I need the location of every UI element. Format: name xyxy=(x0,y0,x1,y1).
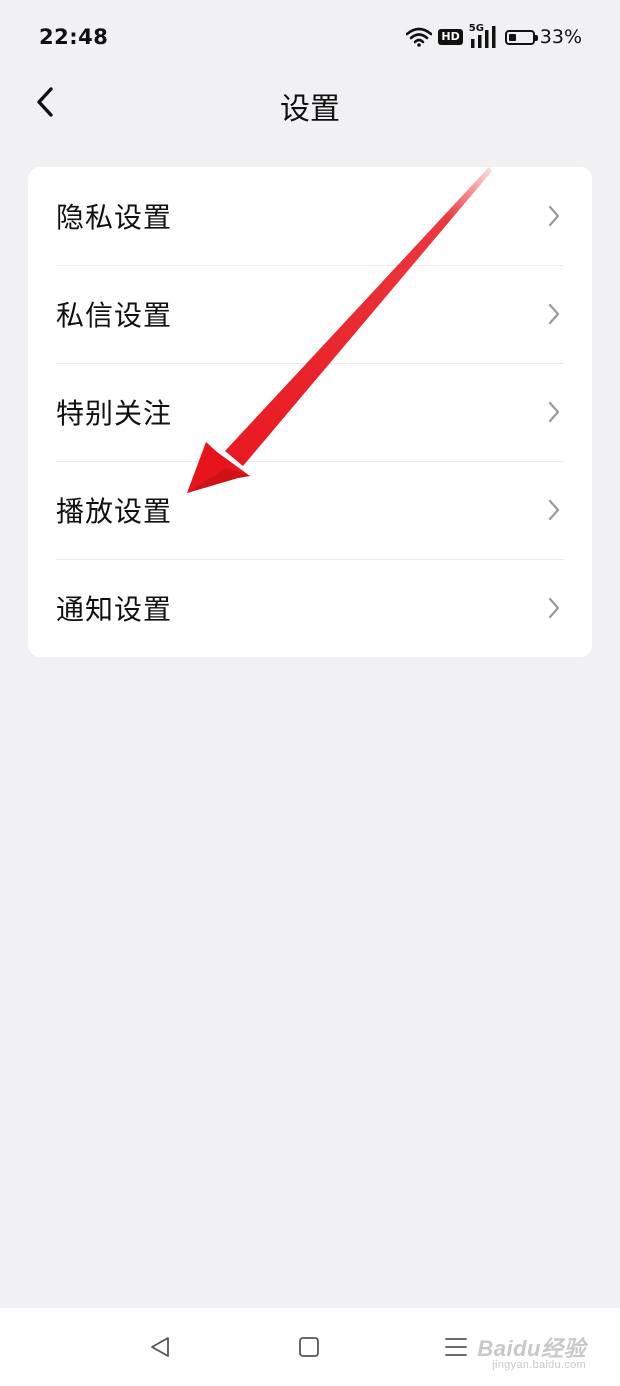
watermark-brand: Baidu经验 xyxy=(477,1336,586,1362)
chevron-right-icon xyxy=(544,400,564,424)
square-home-icon xyxy=(299,1337,319,1357)
status-bar: 22:48 HD 5G 33% xyxy=(0,0,620,76)
battery-icon: 33% xyxy=(504,26,582,48)
chevron-right-icon xyxy=(544,204,564,228)
watermark: Baidu经验 jingyan.baidu.com xyxy=(477,1337,586,1372)
hd-icon: HD xyxy=(438,29,463,45)
signal-icon: 5G xyxy=(468,23,499,49)
battery-percent: 33% xyxy=(539,26,582,48)
status-icons: HD 5G 33% xyxy=(406,23,582,51)
settings-card: 隐私设置 私信设置 特别关注 播放设置 通知设置 xyxy=(28,167,592,657)
triangle-back-icon xyxy=(151,1337,169,1357)
settings-item-notifications[interactable]: 通知设置 xyxy=(28,559,592,657)
watermark-url: jingyan.baidu.com xyxy=(492,1359,586,1372)
nav-home-button[interactable] xyxy=(295,1333,323,1361)
settings-item-playback[interactable]: 播放设置 xyxy=(28,461,592,559)
network-type-label: 5G xyxy=(468,23,484,34)
settings-item-label: 隐私设置 xyxy=(56,201,173,234)
settings-item-special-follow[interactable]: 特别关注 xyxy=(28,363,592,461)
chevron-right-icon xyxy=(544,302,564,326)
menu-lines-icon xyxy=(445,1338,467,1356)
chevron-right-icon xyxy=(544,596,564,620)
header: 设置 xyxy=(0,76,620,128)
nav-back-button[interactable] xyxy=(146,1333,174,1361)
status-time: 22:48 xyxy=(39,25,109,49)
battery-body xyxy=(504,29,538,45)
wifi-icon xyxy=(406,27,433,47)
chevron-right-icon xyxy=(544,498,564,522)
nav-menu-button[interactable] xyxy=(442,1333,470,1361)
settings-item-label: 特别关注 xyxy=(56,397,173,430)
settings-item-privacy[interactable]: 隐私设置 xyxy=(28,167,592,265)
settings-item-label: 通知设置 xyxy=(56,593,173,626)
settings-item-messages[interactable]: 私信设置 xyxy=(28,265,592,363)
page-title: 设置 xyxy=(280,92,340,127)
settings-item-label: 播放设置 xyxy=(56,495,173,528)
settings-item-label: 私信设置 xyxy=(56,299,173,332)
navigation-bar: Baidu经验 jingyan.baidu.com xyxy=(0,1308,620,1386)
battery-fill xyxy=(508,33,516,41)
